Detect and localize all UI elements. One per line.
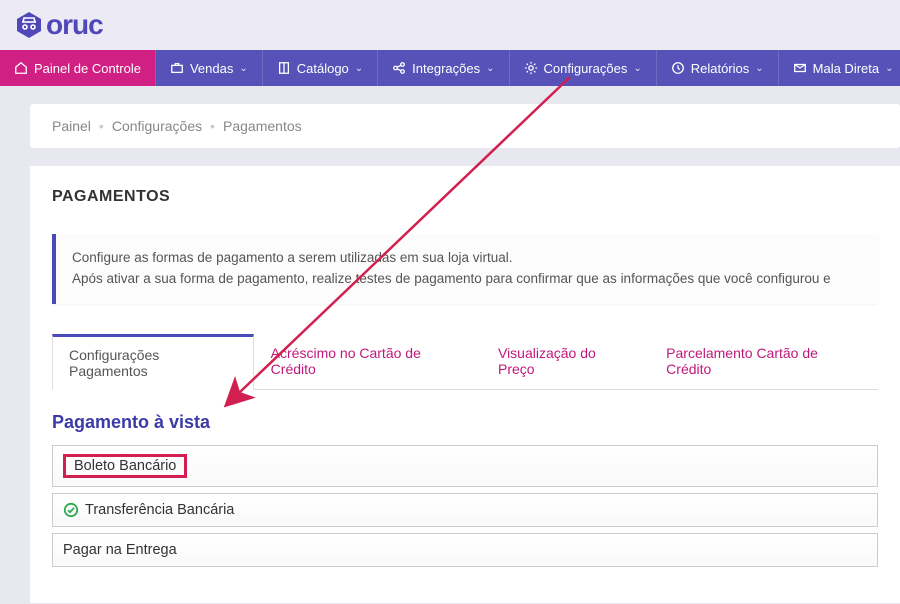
nav-catalogo[interactable]: Catálogo ⌄ [263, 50, 378, 86]
topbar: oruc [0, 0, 900, 50]
tab-label: Configurações Pagamentos [69, 347, 159, 379]
payment-method-label: Boleto Bancário [74, 458, 176, 474]
info-line: Após ativar a sua forma de pagamento, re… [72, 269, 862, 290]
tab-label: Parcelamento Cartão de Crédito [666, 345, 818, 377]
payment-method-label: Pagar na Entrega [63, 542, 177, 558]
payment-method-label: Transferência Bancária [85, 502, 234, 518]
section-title: Pagamento à vista [52, 412, 878, 433]
home-icon [14, 61, 28, 75]
nav-label: Vendas [190, 61, 233, 76]
payment-method-boleto[interactable]: Boleto Bancário [52, 445, 878, 487]
breadcrumb-sep: • [210, 118, 215, 134]
breadcrumb-item[interactable]: Painel [52, 118, 91, 134]
nav-configuracoes[interactable]: Configurações ⌄ [510, 50, 657, 86]
breadcrumb-item[interactable]: Configurações [112, 118, 202, 134]
mail-icon [793, 61, 807, 75]
breadcrumb: Painel • Configurações • Pagamentos [30, 104, 900, 148]
main-panel: PAGAMENTOS Configure as formas de pagame… [30, 166, 900, 603]
chevron-down-icon: ⌄ [239, 63, 247, 74]
payment-method-pagar-entrega[interactable]: Pagar na Entrega [52, 533, 878, 567]
chevron-down-icon: ⌄ [633, 63, 641, 74]
chevron-down-icon: ⌄ [355, 63, 363, 74]
share-icon [392, 61, 406, 75]
nav-mala-direta[interactable]: Mala Direta ⌄ [779, 50, 900, 86]
payment-method-transferencia[interactable]: Transferência Bancária [52, 493, 878, 527]
breadcrumb-sep: • [99, 118, 104, 134]
book-icon [277, 61, 291, 75]
info-box: Configure as formas de pagamento a serem… [52, 234, 878, 304]
logo-text: oruc [46, 9, 103, 41]
tab-parcelamento-cartao[interactable]: Parcelamento Cartão de Crédito [649, 334, 878, 390]
chevron-down-icon: ⌄ [755, 63, 763, 74]
tab-label: Acréscimo no Cartão de Crédito [271, 345, 421, 377]
tabs: Configurações Pagamentos Acréscimo no Ca… [52, 334, 878, 390]
nav-label: Integrações [412, 61, 480, 76]
logo-hexagon-icon [14, 10, 44, 40]
tab-visualizacao-preco[interactable]: Visualização do Preço [481, 334, 649, 390]
tab-acrescimo-cartao[interactable]: Acréscimo no Cartão de Crédito [254, 334, 481, 390]
chevron-down-icon: ⌄ [486, 63, 494, 74]
annotation-highlight: Boleto Bancário [63, 454, 187, 478]
nav-label: Configurações [544, 61, 628, 76]
page-title: PAGAMENTOS [52, 188, 878, 206]
logo[interactable]: oruc [14, 9, 103, 41]
tab-label: Visualização do Preço [498, 345, 596, 377]
nav-painel-controle[interactable]: Painel de Controle [0, 50, 156, 86]
check-circle-icon [63, 502, 79, 518]
clock-icon [671, 61, 685, 75]
briefcase-icon [170, 61, 184, 75]
nav-label: Mala Direta [813, 61, 879, 76]
page-body: Painel • Configurações • Pagamentos PAGA… [0, 104, 900, 603]
main-nav: Painel de Controle Vendas ⌄ Catálogo ⌄ I… [0, 50, 900, 86]
nav-label: Catálogo [297, 61, 349, 76]
tab-config-pagamentos[interactable]: Configurações Pagamentos [52, 334, 254, 390]
gear-icon [524, 61, 538, 75]
nav-label: Relatórios [691, 61, 750, 76]
nav-vendas[interactable]: Vendas ⌄ [156, 50, 263, 86]
nav-integracoes[interactable]: Integrações ⌄ [378, 50, 509, 86]
breadcrumb-item: Pagamentos [223, 118, 302, 134]
info-line: Configure as formas de pagamento a serem… [72, 248, 862, 269]
nav-label: Painel de Controle [34, 61, 141, 76]
chevron-down-icon: ⌄ [885, 63, 893, 74]
nav-relatorios[interactable]: Relatórios ⌄ [657, 50, 779, 86]
